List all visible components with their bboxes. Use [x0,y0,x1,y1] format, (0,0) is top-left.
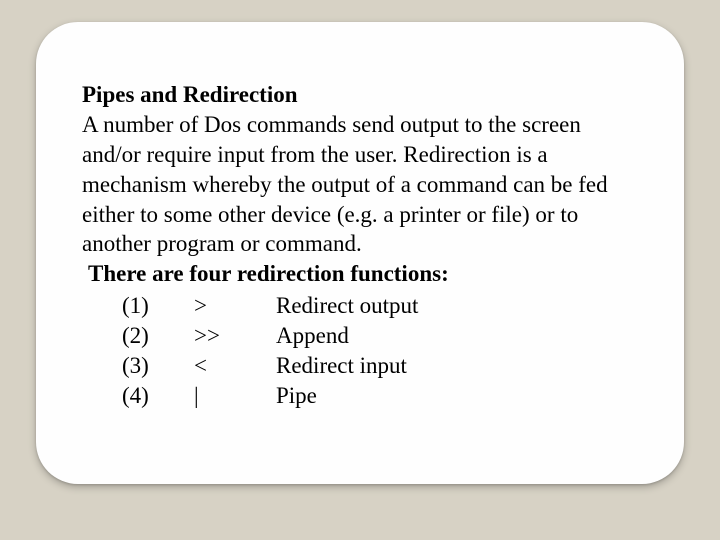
slide-card: Pipes and Redirection A number of Dos co… [36,22,684,484]
func-num: (4) [122,381,194,411]
func-num: (2) [122,321,194,351]
func-num: (1) [122,291,194,321]
functions-list: (1) > Redirect output (2) >> Append (3) … [82,291,638,411]
list-item: (4) | Pipe [122,381,638,411]
slide-content: Pipes and Redirection A number of Dos co… [82,80,638,411]
slide-title: Pipes and Redirection [82,80,638,110]
func-desc: Redirect input [276,351,638,381]
func-sym: < [194,351,276,381]
func-sym: >> [194,321,276,351]
subhead-wrap: There are four redirection functions: [82,259,638,289]
func-num: (3) [122,351,194,381]
func-desc: Pipe [276,381,638,411]
list-item: (3) < Redirect input [122,351,638,381]
func-desc: Redirect output [276,291,638,321]
list-item: (1) > Redirect output [122,291,638,321]
slide-subhead: There are four redirection functions: [88,261,449,286]
func-sym: > [194,291,276,321]
func-desc: Append [276,321,638,351]
slide-paragraph: A number of Dos commands send output to … [82,110,638,259]
list-item: (2) >> Append [122,321,638,351]
func-sym: | [194,381,276,411]
